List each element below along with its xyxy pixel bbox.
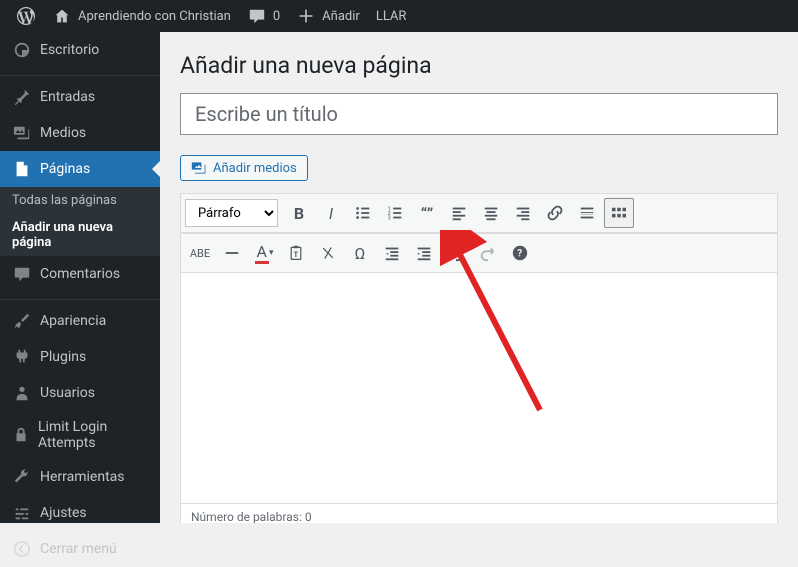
submenu-pages: Todas las páginas Añadir una nueva págin… [0,187,160,256]
redo-button[interactable] [473,238,503,268]
admin-sidebar: Escritorio Entradas Medios Páginas Todas… [0,32,160,523]
menu-settings[interactable]: Ajustes [0,495,160,531]
menu-separator [0,295,160,300]
page-title: Añadir una nueva página [180,52,778,79]
menu-plugins-label: Plugins [40,349,86,365]
blockquote-button[interactable]: “” [412,198,442,228]
plugin-icon [12,347,32,367]
dashboard-icon [12,40,32,60]
menu-dashboard[interactable]: Escritorio [0,32,160,68]
outdent-button[interactable] [377,238,407,268]
comments-link[interactable]: 0 [239,0,288,32]
menu-dashboard-label: Escritorio [40,42,99,58]
align-right-button[interactable] [508,198,538,228]
menu-pages-label: Páginas [40,161,90,177]
llar-label: LLAR [376,9,407,24]
menu-appearance[interactable]: Apariencia [0,303,160,339]
post-title-input[interactable] [180,93,778,135]
lock-icon [12,425,30,445]
paste-text-button[interactable]: T [281,238,311,268]
menu-posts[interactable]: Entradas [0,79,160,115]
add-new-link[interactable]: Añadir [288,0,368,32]
bold-button[interactable]: B [284,198,314,228]
home-icon [52,6,72,26]
wp-logo[interactable] [8,0,44,32]
menu-collapse[interactable]: Cerrar menú [0,531,160,567]
sliders-icon [12,503,32,523]
menu-settings-label: Ajustes [40,505,87,521]
admin-bar: Aprendiendo con Christian 0 Añadir LLAR [0,0,798,32]
editor-content-area[interactable] [181,273,777,503]
menu-separator [0,71,160,76]
indent-button[interactable] [409,238,439,268]
menu-collapse-label: Cerrar menú [40,541,117,557]
read-more-button[interactable] [572,198,602,228]
wordpress-icon [16,6,36,26]
svg-text:3: 3 [388,215,391,221]
toolbar-toggle-button[interactable] [604,198,634,228]
submenu-all-pages[interactable]: Todas las páginas [0,187,160,214]
collapse-icon [12,539,32,559]
menu-appearance-label: Apariencia [40,313,106,329]
menu-media[interactable]: Medios [0,115,160,151]
llar-link[interactable]: LLAR [368,0,415,32]
add-media-label: Añadir medios [213,161,297,176]
undo-button[interactable] [441,238,471,268]
menu-comments[interactable]: Comentarios [0,256,160,292]
svg-text:?: ? [517,249,522,260]
menu-users-label: Usuarios [40,385,95,401]
link-button[interactable] [540,198,570,228]
italic-button[interactable]: I [316,198,346,228]
menu-users[interactable]: Usuarios [0,375,160,411]
format-select[interactable]: Párrafo [185,199,278,227]
menu-tools-label: Herramientas [40,469,125,485]
page-icon [12,159,32,179]
menu-media-label: Medios [40,125,86,141]
pin-icon [12,87,32,107]
editor: Párrafo B I 123 “” ABE A ▾ T Ω ? [180,193,778,523]
comment-icon [247,6,267,26]
media-icon [191,160,207,176]
submenu-new-page[interactable]: Añadir una nueva página [0,214,160,256]
clear-formatting-button[interactable] [313,238,343,268]
wrench-icon [12,467,32,487]
editor-status-bar: Número de palabras: 0 [181,503,777,523]
hr-button[interactable] [217,238,247,268]
menu-pages[interactable]: Páginas [0,151,160,187]
special-char-button[interactable]: Ω [345,238,375,268]
menu-tools[interactable]: Herramientas [0,459,160,495]
editor-toolbar-row1: Párrafo B I 123 “” [181,194,777,233]
svg-text:T: T [294,250,299,259]
plus-icon [296,6,316,26]
users-icon [12,383,32,403]
strikethrough-button[interactable]: ABE [185,238,215,268]
site-name-link[interactable]: Aprendiendo con Christian [44,0,239,32]
menu-limit-login[interactable]: Limit Login Attempts [0,411,160,459]
editor-toolbar-row2: ABE A ▾ T Ω ? [181,233,777,273]
media-icon [12,123,32,143]
align-left-button[interactable] [444,198,474,228]
add-new-label: Añadir [322,9,360,24]
align-center-button[interactable] [476,198,506,228]
word-count: Número de palabras: 0 [191,510,312,523]
site-name-label: Aprendiendo con Christian [78,9,231,24]
menu-posts-label: Entradas [40,89,95,105]
menu-limit-login-label: Limit Login Attempts [38,419,148,451]
text-color-button[interactable]: A ▾ [249,238,279,268]
add-media-button[interactable]: Añadir medios [180,155,308,181]
numbered-list-button[interactable]: 123 [380,198,410,228]
bullet-list-button[interactable] [348,198,378,228]
brush-icon [12,311,32,331]
main-content: Añadir una nueva página Añadir medios Pá… [160,32,798,523]
comments-count: 0 [273,9,280,24]
comment-icon [12,264,32,284]
menu-comments-label: Comentarios [40,266,120,282]
menu-plugins[interactable]: Plugins [0,339,160,375]
help-button[interactable]: ? [505,238,535,268]
